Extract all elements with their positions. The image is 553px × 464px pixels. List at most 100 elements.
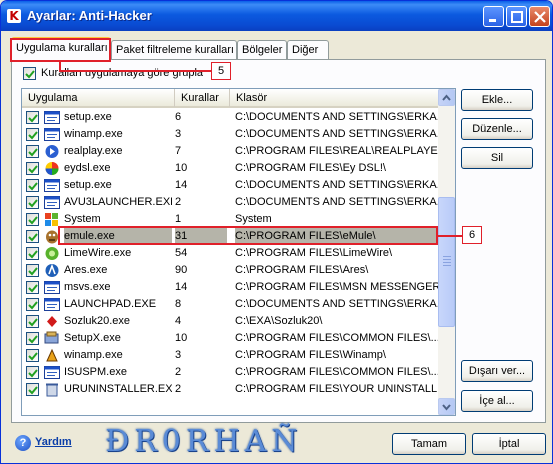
window-icon xyxy=(44,178,60,193)
rule-enabled-checkbox[interactable] xyxy=(26,145,39,158)
ok-button[interactable]: Tamam xyxy=(392,433,466,455)
cell-folder: C:\PROGRAM FILES\Ey DSL!\ xyxy=(235,162,386,174)
tab-zones[interactable]: Bölgeler xyxy=(237,40,287,60)
cell-folder: C:\PROGRAM FILES\YOUR UNINSTALL... xyxy=(235,383,438,395)
checkmark-icon xyxy=(28,335,38,344)
table-row[interactable]: System 1 System xyxy=(22,211,438,228)
column-header-folder[interactable]: Klasör xyxy=(230,89,438,107)
cell-application: winamp.exe xyxy=(64,128,123,140)
cell-rules: 10 xyxy=(175,332,188,344)
group-checkbox-label: Kuralları uygulamaya göre grupla xyxy=(41,67,204,79)
rule-enabled-checkbox[interactable] xyxy=(26,281,39,294)
cell-application: setup.exe xyxy=(64,111,112,123)
rule-enabled-checkbox[interactable] xyxy=(26,349,39,362)
kaspersky-app-icon: K xyxy=(7,9,21,23)
table-row[interactable]: winamp.exe 3 C:\PROGRAM FILES\Winamp\ xyxy=(22,347,438,364)
rule-enabled-checkbox[interactable] xyxy=(26,162,39,175)
cell-folder: C:\PROGRAM FILES\REAL\REALPLAYER\ xyxy=(235,145,438,157)
table-row[interactable]: setup.exe 6 C:\DOCUMENTS AND SETTINGS\ERKA… xyxy=(22,109,438,126)
tab-application-rules[interactable]: Uygulama kuralları xyxy=(11,37,111,62)
cell-rules: 90 xyxy=(175,264,188,276)
checkmark-icon xyxy=(28,318,38,327)
rule-enabled-checkbox[interactable] xyxy=(26,247,39,260)
maximize-button[interactable] xyxy=(506,6,527,27)
checkmark-icon xyxy=(28,233,38,242)
checkbox[interactable] xyxy=(23,67,36,80)
table-row[interactable]: AVU3LAUNCHER.EXE 2 C:\DOCUMENTS AND SETTIN… xyxy=(22,194,438,211)
rule-enabled-checkbox[interactable] xyxy=(26,366,39,379)
cell-rules: 2 xyxy=(175,366,182,378)
table-row[interactable]: emule.exe 31 C:\PROGRAM FILES\eMule\ xyxy=(22,228,438,245)
table-row[interactable]: setup.exe 14 C:\DOCUMENTS AND SETTINGS\ERK… xyxy=(22,177,438,194)
cell-application: winamp.exe xyxy=(64,349,123,361)
close-button[interactable] xyxy=(529,6,550,27)
rule-enabled-checkbox[interactable] xyxy=(26,298,39,311)
cell-folder: System xyxy=(235,213,272,225)
cell-rules: 1 xyxy=(175,213,182,225)
winamp-icon xyxy=(44,348,60,363)
title-bar[interactable]: K Ayarlar: Anti-Hacker xyxy=(1,1,552,31)
cell-folder: C:\EXA\Sozluk20\ xyxy=(235,315,323,327)
tab-other[interactable]: Diğer xyxy=(287,40,329,60)
cell-folder: C:\PROGRAM FILES\LimeWire\ xyxy=(235,247,393,259)
cell-rules: 54 xyxy=(175,247,188,259)
group-by-application-checkbox[interactable]: Kuralları uygulamaya göre grupla xyxy=(23,67,203,81)
rule-enabled-checkbox[interactable] xyxy=(26,230,39,243)
rule-enabled-checkbox[interactable] xyxy=(26,213,39,226)
rule-enabled-checkbox[interactable] xyxy=(26,315,39,328)
cell-rules: 2 xyxy=(175,383,182,395)
import-button[interactable]: İçe al... xyxy=(461,390,533,412)
application-rules-list[interactable]: Uygulama Kurallar Klasör setup.exe 6 C:\DO… xyxy=(21,88,456,416)
callout-marker-6: 6 xyxy=(462,226,482,244)
delete-button[interactable]: Sil xyxy=(461,147,533,169)
minimize-icon xyxy=(489,19,496,22)
vertical-scrollbar[interactable] xyxy=(438,89,455,415)
tab-packet-filter-rules[interactable]: Paket filtreleme kuralları xyxy=(111,40,237,60)
settings-window: K Ayarlar: Anti-Hacker Uygulama kurallar… xyxy=(0,0,553,464)
cell-application: LAUNCHPAD.EXE xyxy=(64,298,157,310)
table-row[interactable]: Sozluk20.exe 4 C:\EXA\Sozluk20\ xyxy=(22,313,438,330)
rule-enabled-checkbox[interactable] xyxy=(26,128,39,141)
table-row[interactable]: URUNINSTALLER.EXE 2 C:\PROGRAM FILES\YOUR … xyxy=(22,381,438,398)
close-icon xyxy=(534,11,546,23)
scroll-thumb[interactable] xyxy=(438,197,455,327)
tab-label: Diğer xyxy=(292,44,319,56)
table-row[interactable]: LimeWire.exe 54 C:\PROGRAM FILES\LimeWire\ xyxy=(22,245,438,262)
rule-enabled-checkbox[interactable] xyxy=(26,264,39,277)
rule-enabled-checkbox[interactable] xyxy=(26,383,39,396)
checkmark-icon xyxy=(28,369,38,378)
tab-label: Uygulama kuralları xyxy=(16,42,108,54)
table-row[interactable]: SetupX.exe 10 C:\PROGRAM FILES\COMMON FILE… xyxy=(22,330,438,347)
realplayer-icon xyxy=(44,144,60,159)
export-button[interactable]: Dışarı ver... xyxy=(461,360,533,382)
cell-application: SetupX.exe xyxy=(64,332,121,344)
scroll-down-button[interactable] xyxy=(438,398,455,415)
rule-enabled-checkbox[interactable] xyxy=(26,179,39,192)
table-row[interactable]: LAUNCHPAD.EXE 8 C:\DOCUMENTS AND SETTINGS\… xyxy=(22,296,438,313)
scroll-up-button[interactable] xyxy=(438,89,455,106)
grip-icon xyxy=(443,262,451,263)
checkmark-icon xyxy=(28,284,38,293)
cell-rules: 3 xyxy=(175,128,182,140)
column-header-rules[interactable]: Kurallar xyxy=(175,89,230,107)
cell-application: emule.exe xyxy=(64,228,172,245)
callout-line xyxy=(438,235,462,237)
table-row[interactable]: realplay.exe 7 C:\PROGRAM FILES\REAL\REALP… xyxy=(22,143,438,160)
cell-rules: 3 xyxy=(175,349,182,361)
add-button[interactable]: Ekle... xyxy=(461,89,533,111)
rule-enabled-checkbox[interactable] xyxy=(26,332,39,345)
table-row[interactable]: eydsl.exe 10 C:\PROGRAM FILES\Ey DSL!\ xyxy=(22,160,438,177)
rule-enabled-checkbox[interactable] xyxy=(26,196,39,209)
rule-enabled-checkbox[interactable] xyxy=(26,111,39,124)
minimize-button[interactable] xyxy=(483,6,504,27)
table-row[interactable]: msvs.exe 14 C:\PROGRAM FILES\MSN MESSENGER… xyxy=(22,279,438,296)
column-header-application[interactable]: Uygulama xyxy=(22,89,175,107)
checkmark-icon xyxy=(28,352,38,361)
table-row[interactable]: Ares.exe 90 C:\PROGRAM FILES\Ares\ xyxy=(22,262,438,279)
table-row[interactable]: winamp.exe 3 C:\DOCUMENTS AND SETTINGS\ERK… xyxy=(22,126,438,143)
ares-icon xyxy=(44,263,60,278)
cancel-button[interactable]: İptal xyxy=(472,433,546,455)
table-row[interactable]: ISUSPM.exe 2 C:\PROGRAM FILES\COMMON FILES… xyxy=(22,364,438,381)
edit-button[interactable]: Düzenle... xyxy=(461,118,533,140)
checkmark-icon xyxy=(28,165,38,174)
